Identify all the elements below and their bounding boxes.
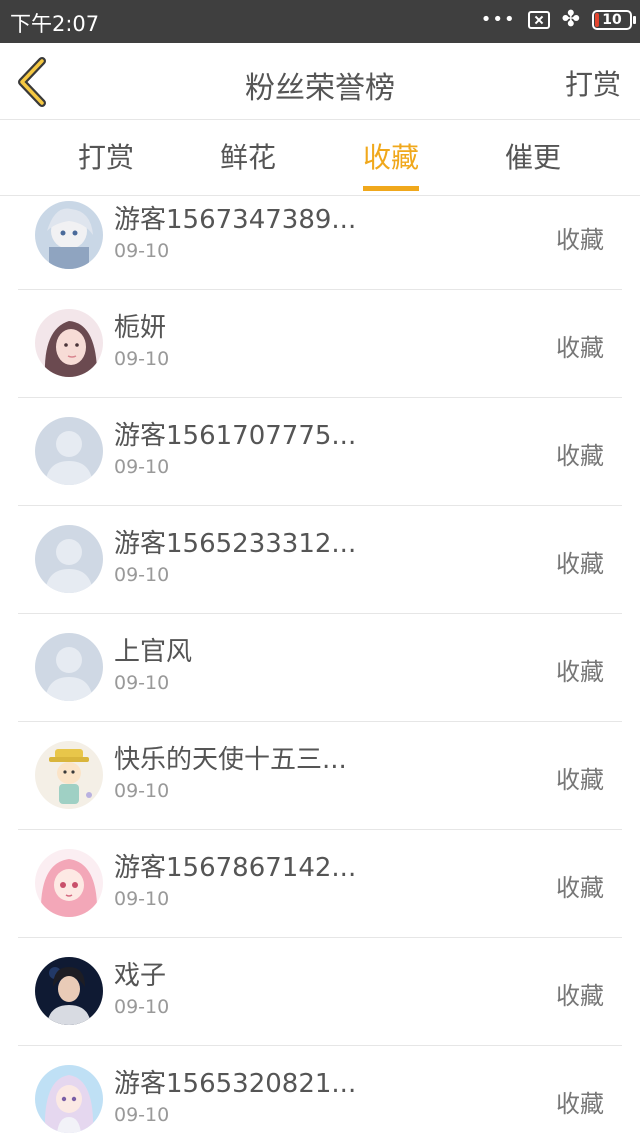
action-label: 收藏 [556,874,604,902]
default-person-icon [35,633,103,701]
battery-fill [595,13,599,27]
user-name: 上官风 [114,637,193,667]
date: 09-10 [114,1104,170,1126]
user-name: 戏子 [114,961,167,991]
action-label: 收藏 [556,550,604,578]
avatar [35,201,103,269]
user-name: 游客1561707775... [114,421,357,451]
date: 09-10 [114,888,170,910]
status-icons: ••• ✤ 10 [480,7,636,32]
battery-level: 10 [602,12,622,28]
cartoon-avatar-icon [35,741,103,809]
date: 09-10 [114,240,170,262]
list-item[interactable]: 游客1565320821... 09-10 收藏 [18,1046,622,1138]
list-item[interactable]: 快乐的天使十五三... 09-10 收藏 [18,722,622,830]
avatar [35,309,103,377]
clover-icon: ✤ [561,7,580,32]
avatar [35,525,103,593]
tab-flowers[interactable]: 鲜花 [188,120,308,196]
avatar [35,849,103,917]
tab-favorites[interactable]: 收藏 [331,120,451,196]
date: 09-10 [114,996,170,1018]
status-bar: 下午2:07 ••• ✤ 10 [0,0,640,43]
date: 09-10 [114,348,170,370]
user-name: 游客1565320821... [114,1069,357,1099]
default-person-icon [35,417,103,485]
action-label: 收藏 [556,658,604,686]
more-dots-icon: ••• [480,9,516,30]
reward-button[interactable]: 打赏 [565,63,621,103]
tab-bar: 打赏 鲜花 收藏 催更 [0,120,640,196]
avatar [35,633,103,701]
list-item[interactable]: 栀妍 09-10 收藏 [18,290,622,398]
avatar [35,957,103,1025]
list-item[interactable]: 游客1567867142... 09-10 收藏 [18,830,622,938]
avatar [35,417,103,485]
battery-icon: 10 [592,10,636,30]
anime-avatar-icon [35,1065,103,1133]
date: 09-10 [114,672,170,694]
girl-avatar-icon [35,309,103,377]
default-person-icon [35,525,103,593]
action-label: 收藏 [556,442,604,470]
portrait-avatar-icon [35,957,103,1025]
tab-reward[interactable]: 打赏 [46,120,166,196]
action-label: 收藏 [556,226,604,254]
action-label: 收藏 [556,1090,604,1118]
user-name: 游客1567347389... [114,205,357,235]
list-item[interactable]: 游客1561707775... 09-10 收藏 [18,398,622,506]
list-item[interactable]: 游客1567347389... 09-10 收藏 [18,196,622,290]
anime-avatar-icon [35,201,103,269]
action-label: 收藏 [556,334,604,362]
tab-urge-update[interactable]: 催更 [473,120,593,196]
list-item[interactable]: 戏子 09-10 收藏 [18,938,622,1046]
date: 09-10 [114,564,170,586]
close-box-icon [527,11,550,29]
page-title: 粉丝荣誉榜 [245,71,395,106]
anime-avatar-icon [35,849,103,917]
list-item[interactable]: 上官风 09-10 收藏 [18,614,622,722]
action-label: 收藏 [556,982,604,1010]
header: 粉丝荣誉榜 打赏 [0,43,640,120]
user-name: 栀妍 [114,313,167,343]
status-time: 下午2:07 [10,12,100,36]
user-name: 快乐的天使十五三... [114,745,347,775]
favorites-list[interactable]: 游客1567347389... 09-10 收藏 栀妍 09-10 收藏 游客1… [0,196,640,1138]
user-name: 游客1565233312... [114,529,357,559]
avatar [35,1065,103,1133]
list-item[interactable]: 游客1565233312... 09-10 收藏 [18,506,622,614]
action-label: 收藏 [556,766,604,794]
user-name: 游客1567867142... [114,853,357,883]
avatar [35,741,103,809]
date: 09-10 [114,456,170,478]
date: 09-10 [114,780,170,802]
active-tab-indicator [363,186,419,191]
